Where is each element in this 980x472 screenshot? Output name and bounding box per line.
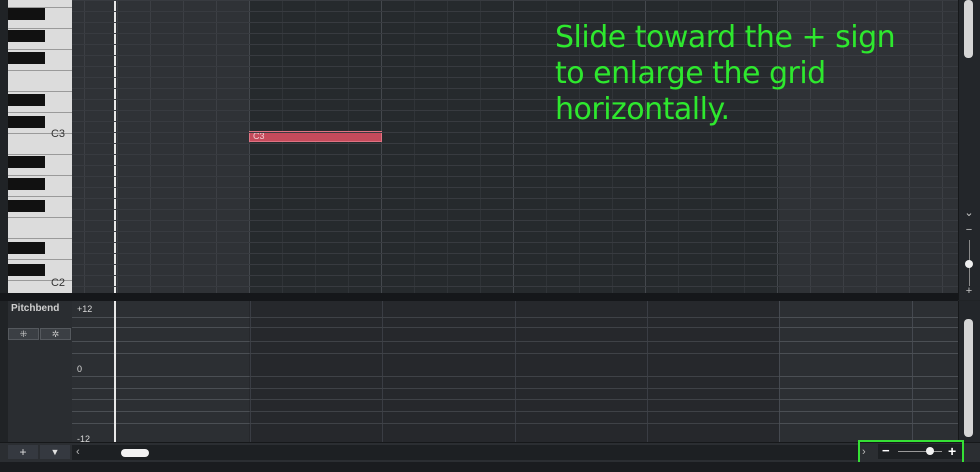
black-key[interactable] xyxy=(8,116,45,128)
vertical-zoom-knob[interactable] xyxy=(965,260,973,268)
highlight-box xyxy=(858,440,964,464)
grid-row-line xyxy=(72,242,958,243)
piano-keyboard[interactable]: C3 C2 xyxy=(8,0,72,296)
controller-lane-header: Pitchbend ⁜ ✲ xyxy=(8,301,72,442)
scroll-left-icon[interactable]: ‹ xyxy=(76,445,80,460)
scale-mid-label: 0 xyxy=(77,364,83,374)
grid-row-line xyxy=(72,165,958,166)
grid-row-line xyxy=(72,154,958,155)
tutorial-annotation: Slide toward the + sign to enlarge the g… xyxy=(555,20,935,128)
lane-vertical-scrollbar[interactable] xyxy=(958,301,980,442)
grid-row-line xyxy=(72,11,958,12)
black-key[interactable] xyxy=(8,30,45,42)
lane-divider[interactable] xyxy=(0,293,958,301)
controller-options-icon[interactable]: ⁜ xyxy=(8,328,39,340)
black-key[interactable] xyxy=(8,156,45,168)
white-key[interactable] xyxy=(8,0,72,8)
black-key[interactable] xyxy=(8,178,45,190)
annotation-line-1: Slide toward the + sign xyxy=(555,20,896,55)
grid-row-line xyxy=(72,220,958,221)
add-lane-button[interactable]: + xyxy=(8,445,38,459)
black-key[interactable] xyxy=(8,94,45,106)
black-key[interactable] xyxy=(8,200,45,212)
vertical-scroll-thumb[interactable] xyxy=(964,0,973,58)
scroll-down-icon[interactable]: ⌄ xyxy=(963,208,975,219)
grid-row-line xyxy=(72,143,958,144)
grid-row-line xyxy=(72,231,958,232)
bottom-ruler xyxy=(0,462,980,472)
black-key[interactable] xyxy=(8,8,45,20)
lane-column-line xyxy=(779,301,780,442)
vertical-scrollbar[interactable]: ⌄ − + xyxy=(958,0,980,300)
horizontal-scroll-thumb[interactable] xyxy=(121,449,149,457)
key-label-c3: C3 xyxy=(50,128,65,140)
scale-top-label: +12 xyxy=(77,304,93,314)
horizontal-scrollbar[interactable]: ‹ xyxy=(72,445,858,460)
grid-row-line xyxy=(72,198,958,199)
locator-range-lane xyxy=(249,301,779,442)
controller-settings-icon[interactable]: ✲ xyxy=(40,328,71,340)
lane-column-line xyxy=(912,301,913,442)
grid-row-line xyxy=(72,132,958,133)
white-key[interactable] xyxy=(8,218,72,239)
controller-name[interactable]: Pitchbend xyxy=(11,303,59,314)
grid-row-line xyxy=(72,253,958,254)
grid-row-line xyxy=(72,209,958,210)
annotation-line-2: to enlarge the grid xyxy=(555,56,826,91)
scale-bottom-label: -12 xyxy=(77,434,91,442)
black-key[interactable] xyxy=(8,264,45,276)
lane-preset-dropdown[interactable]: ▼ xyxy=(40,445,70,459)
vertical-zoom-plus-icon[interactable]: + xyxy=(963,286,975,297)
annotation-line-3: horizontally. xyxy=(555,92,730,127)
bottom-toolbar: + ▼ ‹ › xyxy=(0,442,980,463)
white-key[interactable] xyxy=(8,71,72,92)
playhead-lane xyxy=(114,301,116,442)
grid-row-line xyxy=(72,187,958,188)
grid-row-line xyxy=(72,0,958,1)
black-key[interactable] xyxy=(8,52,45,64)
grid-row-line xyxy=(72,264,958,265)
key-label-c2: C2 xyxy=(50,277,65,289)
vertical-zoom-minus-icon[interactable]: − xyxy=(963,225,975,236)
black-key[interactable] xyxy=(8,242,45,254)
lane-scroll-thumb[interactable] xyxy=(964,319,973,437)
grid-row-line xyxy=(72,275,958,276)
grid-row-line xyxy=(72,286,958,287)
grid-row-line xyxy=(72,176,958,177)
pitchbend-lane[interactable]: +12 0 -12 xyxy=(72,301,958,442)
